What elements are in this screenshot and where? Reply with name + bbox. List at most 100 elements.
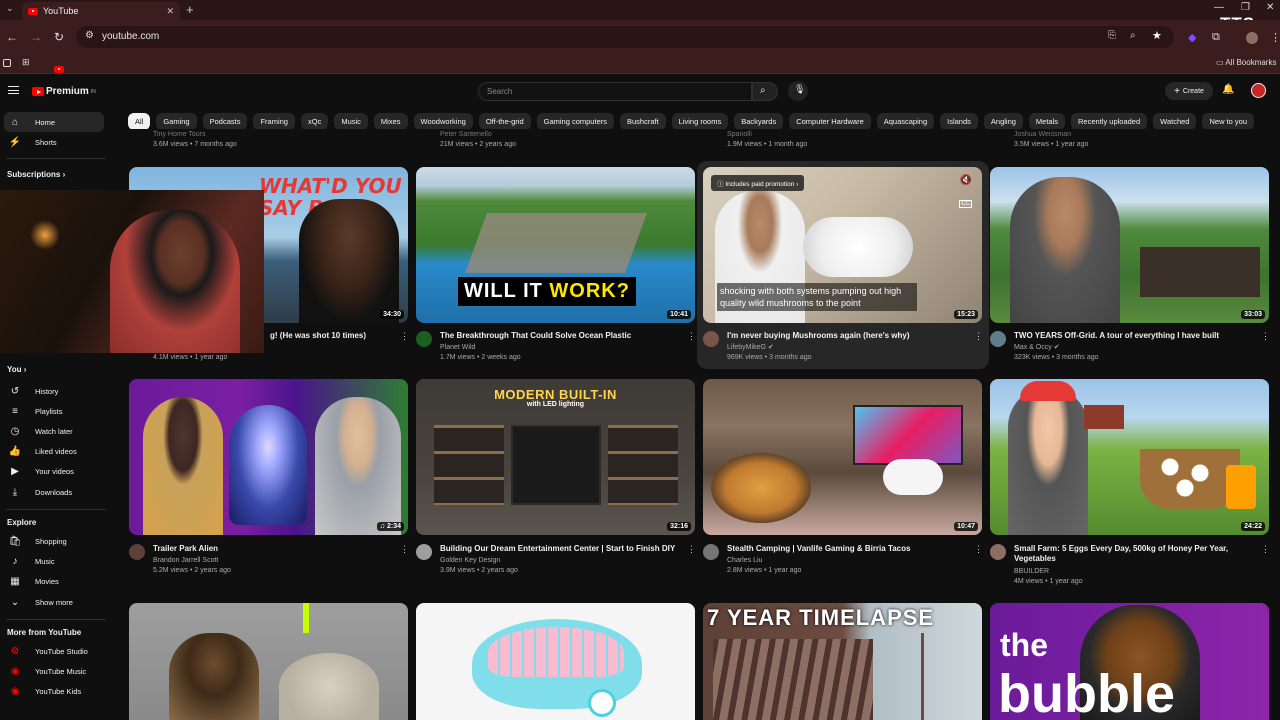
create-button[interactable]: + Create <box>1165 82 1213 100</box>
channel-avatar[interactable] <box>990 331 1006 347</box>
bookmark-page-icon[interactable] <box>3 59 11 67</box>
chip[interactable]: Mixes <box>373 113 408 129</box>
channel-avatar[interactable] <box>416 544 432 560</box>
notifications-bell-icon[interactable]: 🔔 <box>1222 84 1234 95</box>
sidebar-show-more[interactable]: ⌄ Show more <box>4 592 104 612</box>
chip[interactable]: Backyards <box>734 113 784 129</box>
apps-grid-icon[interactable]: ⊞ <box>22 57 30 68</box>
chip[interactable]: Gaming computers <box>536 113 614 129</box>
video-thumbnail[interactable] <box>129 603 408 720</box>
sidebar-item-shorts[interactable]: ⚡ Shorts <box>4 132 104 152</box>
maximize-icon[interactable]: ❐ <box>1241 2 1250 13</box>
voice-search-button[interactable]: 🎙 <box>788 81 808 101</box>
tab-close-icon[interactable]: ✕ <box>166 6 174 17</box>
mute-icon[interactable]: 🔇 <box>960 175 972 186</box>
new-tab-icon[interactable]: + <box>186 2 194 17</box>
sidebar-you-heading[interactable]: You › <box>7 365 26 374</box>
profile-avatar-icon[interactable] <box>1246 32 1258 44</box>
video-channel[interactable]: Joshua Weissman <box>1014 130 1071 140</box>
sidebar-item-studio[interactable]: ⚙ YouTube Studio <box>4 641 104 661</box>
video-thumbnail[interactable]: 33:03 <box>990 167 1269 323</box>
sidebar-item-liked[interactable]: 👍 Liked videos <box>4 441 104 461</box>
paid-promotion-badge[interactable]: ⓘ Includes paid promotion › <box>711 175 805 191</box>
sidebar-item-playlists[interactable]: ≡ Playlists <box>4 401 104 421</box>
chip[interactable]: Aquascaping <box>876 113 935 129</box>
url-text[interactable]: youtube.com <box>102 31 159 42</box>
more-options-icon[interactable]: ⋮ <box>1261 331 1270 342</box>
more-options-icon[interactable]: ⋮ <box>400 331 409 342</box>
bookmark-youtube-icon[interactable] <box>54 66 64 73</box>
chip[interactable]: Bushcraft <box>619 113 666 129</box>
sidebar-item-movies[interactable]: ▦ Movies <box>4 571 104 591</box>
all-bookmarks[interactable]: ▭ All Bookmarks <box>1216 58 1276 67</box>
chip[interactable]: Metals <box>1028 113 1066 129</box>
more-options-icon[interactable]: ⋮ <box>400 544 409 555</box>
video-title[interactable]: TWO YEARS Off-Grid. A tour of everything… <box>1014 331 1259 341</box>
reload-icon[interactable]: ↻ <box>54 30 64 44</box>
channel-avatar[interactable] <box>703 544 719 560</box>
chip[interactable]: Islands <box>940 113 978 129</box>
sidebar-item-shopping[interactable]: 🛍 Shopping <box>4 531 104 551</box>
chip[interactable]: Living rooms <box>671 113 729 129</box>
video-channel[interactable]: Tiny Home Tours <box>153 130 206 140</box>
sidebar-item-home[interactable]: ⌂ Home <box>4 112 104 132</box>
chip[interactable]: xQc <box>300 113 329 129</box>
video-channel[interactable]: Planet Wild <box>440 343 475 353</box>
channel-avatar[interactable] <box>703 331 719 347</box>
video-thumbnail[interactable]: ♫ 2:34 <box>129 379 408 535</box>
sidebar-item-downloads[interactable]: ⤓ Downloads <box>4 482 104 502</box>
video-channel[interactable]: Golden Key Design <box>440 556 500 566</box>
video-thumbnail[interactable] <box>416 603 695 720</box>
sidebar-subscriptions-heading[interactable]: Subscriptions › <box>7 170 65 179</box>
chip[interactable]: Gaming <box>156 113 197 129</box>
video-channel[interactable]: BBUILDER <box>1014 567 1049 577</box>
video-thumbnail[interactable]: 24:22 <box>990 379 1269 535</box>
video-thumbnail[interactable]: MODERN BUILT-IN with LED lighting 32:16 <box>416 379 695 535</box>
bookmark-star-icon[interactable]: ★ <box>1152 29 1162 42</box>
chip[interactable]: Framing <box>253 113 295 129</box>
channel-avatar[interactable] <box>990 544 1006 560</box>
more-options-icon[interactable]: ⋮ <box>974 331 983 342</box>
chip[interactable]: Music <box>334 113 368 129</box>
video-title[interactable]: g! (He was shot 10 times) <box>270 331 400 341</box>
channel-avatar[interactable] <box>416 331 432 347</box>
video-thumbnail[interactable]: 7 YEAR TIMELAPSE <box>703 603 982 720</box>
video-title[interactable]: The Breakthrough That Could Solve Ocean … <box>440 331 680 341</box>
more-options-icon[interactable]: ⋮ <box>687 544 696 555</box>
chip[interactable]: Watched <box>1153 113 1197 129</box>
omnibox[interactable]: ⚙ youtube.com ⎘ ⌕ ★ <box>76 26 1174 48</box>
video-thumbnail[interactable]: WILL IT WORK? 10:41 <box>416 167 695 323</box>
captions-icon[interactable]: CC <box>959 200 972 208</box>
more-options-icon[interactable]: ⋮ <box>974 544 983 555</box>
site-info-icon[interactable]: ⚙ <box>85 30 94 41</box>
browser-menu-icon[interactable]: ⋮ <box>1270 31 1280 44</box>
back-icon[interactable]: ← <box>6 30 18 44</box>
sidebar-item-your-videos[interactable]: ▶ Your videos <box>4 461 104 481</box>
youtube-logo[interactable]: Premium IN <box>32 86 96 97</box>
more-options-icon[interactable]: ⋮ <box>1261 544 1270 555</box>
video-title[interactable]: I'm never buying Mushrooms again (here's… <box>727 331 967 341</box>
search-input[interactable]: Search <box>478 82 752 101</box>
chip[interactable]: Recently uploaded <box>1071 113 1148 129</box>
sidebar-item-kids[interactable]: ◉ YouTube Kids <box>4 681 104 701</box>
sidebar-item-yt-music[interactable]: ◉ YouTube Music <box>4 661 104 681</box>
sidebar-item-music[interactable]: ♪ Music <box>4 551 104 571</box>
forward-icon[interactable]: → <box>30 30 42 44</box>
chip[interactable]: Computer Hardware <box>789 113 871 129</box>
tab-youtube[interactable]: YouTube ✕ <box>22 2 180 20</box>
hamburger-menu-icon[interactable] <box>8 86 19 94</box>
video-title[interactable]: Building Our Dream Entertainment Center … <box>440 544 680 554</box>
video-thumbnail[interactable]: 10:47 <box>703 379 982 535</box>
tab-search-icon[interactable]: ⌄ <box>6 3 14 14</box>
video-channel[interactable]: Max & Occy ✔ <box>1014 343 1060 353</box>
video-thumbnail[interactable]: ⓘ Includes paid promotion › 🔇 CC shockin… <box>703 167 982 323</box>
minimize-icon[interactable]: — <box>1214 2 1224 13</box>
chip[interactable]: Off-the-grid <box>478 113 531 129</box>
extension-icon[interactable]: ◆ <box>1188 31 1196 44</box>
video-channel[interactable]: LifebyMikeG ✔ <box>727 343 774 353</box>
chip[interactable]: Podcasts <box>202 113 248 129</box>
chip[interactable]: New to you <box>1202 113 1255 129</box>
sidebar-item-watch-later[interactable]: ◷ Watch later <box>4 421 104 441</box>
video-channel[interactable]: Charles Liu <box>727 556 762 566</box>
sidebar-item-history[interactable]: ↺ History <box>4 381 104 401</box>
